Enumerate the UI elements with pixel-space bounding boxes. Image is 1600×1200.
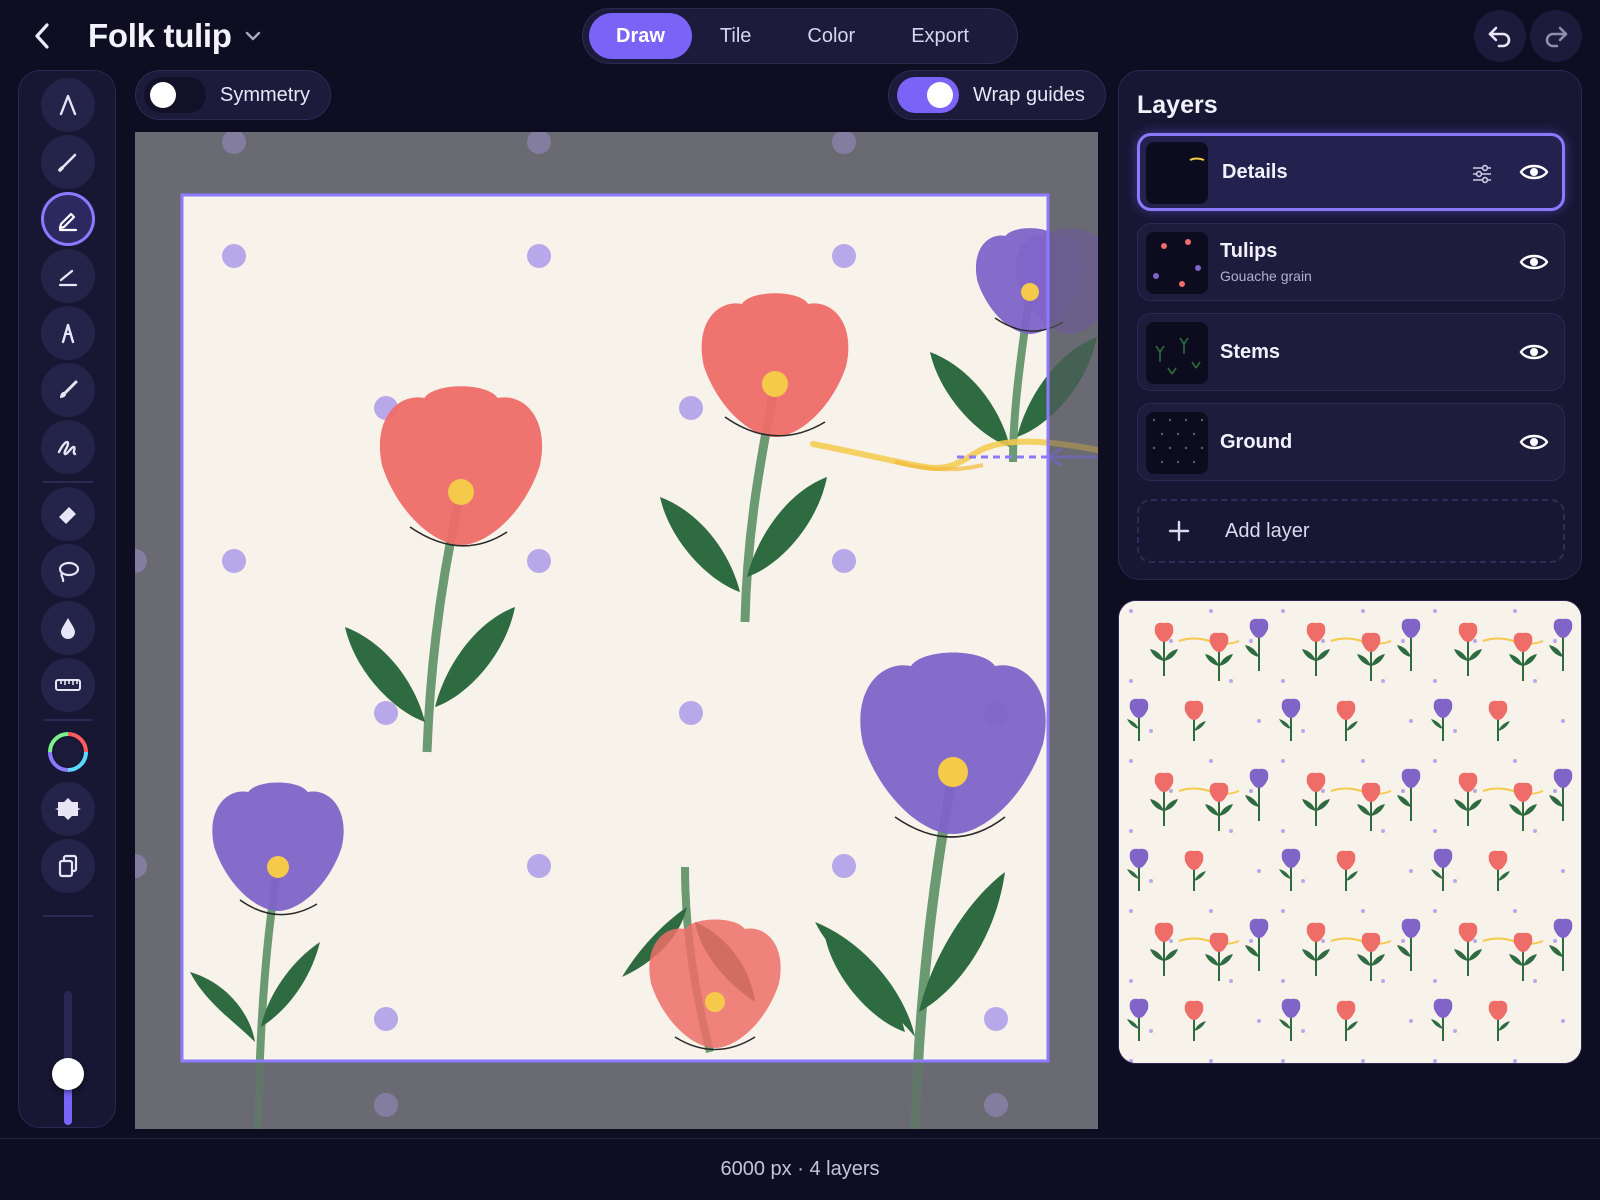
- layer-details[interactable]: Details: [1137, 133, 1565, 211]
- paint-brush-icon: [60, 380, 78, 398]
- layer-visibility-toggle[interactable]: [1516, 336, 1552, 368]
- layer-name: Ground: [1220, 431, 1293, 453]
- tulip-center: [705, 992, 725, 1012]
- symmetry-toggle[interactable]: Symmetry: [135, 70, 331, 120]
- tool-ink-pen[interactable]: [41, 306, 95, 360]
- tab-export[interactable]: Export: [883, 13, 997, 59]
- tab-draw[interactable]: Draw: [589, 13, 692, 59]
- layer-thumbnail: [1146, 322, 1208, 384]
- rail-divider: [43, 915, 93, 917]
- eraser-icon: [59, 507, 76, 524]
- tool-smudge-brush[interactable]: [41, 420, 95, 474]
- layer-visibility-toggle[interactable]: [1516, 246, 1552, 278]
- tool-rail: [18, 70, 116, 1128]
- ruler-icon: [55, 679, 81, 691]
- pattern-preview: [1118, 600, 1582, 1064]
- color-wheel-icon: [48, 732, 88, 772]
- layer-stems[interactable]: Stems: [1137, 313, 1565, 391]
- tulip-center: [267, 856, 289, 878]
- eye-icon: [1519, 254, 1549, 270]
- tulip-center: [938, 757, 968, 787]
- back-button[interactable]: [22, 16, 62, 56]
- canvas-info: 6000 px · 4 layers: [720, 1158, 880, 1180]
- layers-title: Layers: [1137, 91, 1218, 119]
- blend-drop-icon: [61, 618, 75, 639]
- eye-icon: [1519, 434, 1549, 450]
- layer-visibility-toggle[interactable]: [1516, 156, 1552, 188]
- layer-name: Stems: [1220, 341, 1281, 363]
- sliders-icon: [1473, 164, 1491, 184]
- layer-visibility-toggle[interactable]: [1516, 426, 1552, 458]
- undo-icon: [1488, 26, 1511, 48]
- tulip-center: [762, 371, 788, 397]
- rail-divider: [43, 481, 93, 483]
- layer-thumbnail: [1146, 412, 1208, 474]
- symmetry-label: Symmetry: [220, 83, 310, 106]
- tool-pencil[interactable]: [41, 192, 95, 246]
- layers-panel: Layers Details Tulips Gouache grain Stem…: [1118, 70, 1582, 580]
- wrap-guides-toggle[interactable]: Wrap guides: [888, 70, 1106, 120]
- symmetry-switch[interactable]: [144, 77, 206, 113]
- tool-fine-liner[interactable]: [41, 135, 95, 189]
- layer-thumbnail: [1146, 142, 1208, 204]
- layer-name: Tulips: [1220, 240, 1278, 262]
- mode-tabs: Draw Tile Color Export: [582, 8, 1018, 64]
- lasso-icon: [58, 561, 80, 583]
- tulip-center: [448, 479, 474, 505]
- fine-liner-icon: [58, 153, 77, 172]
- tool-eraser[interactable]: [41, 487, 95, 541]
- chevron-down-icon: [245, 31, 260, 41]
- tool-lasso[interactable]: [41, 544, 95, 598]
- rail-divider: [43, 719, 93, 721]
- wrap-guides-switch[interactable]: [897, 77, 959, 113]
- eye-icon: [1519, 164, 1549, 180]
- layer-name: Details: [1222, 161, 1288, 183]
- tool-monoline-pen[interactable]: [41, 78, 95, 132]
- eye-icon: [1519, 344, 1549, 360]
- shape-icon: [55, 798, 81, 820]
- tool-color-picker[interactable]: [41, 725, 95, 779]
- add-layer-button[interactable]: Add layer: [1137, 499, 1565, 563]
- layer-tulips[interactable]: Tulips Gouache grain: [1137, 223, 1565, 301]
- layer-settings-button[interactable]: [1466, 158, 1498, 190]
- smudge-brush-icon: [57, 440, 77, 456]
- undo-button[interactable]: [1474, 10, 1526, 62]
- document-title-menu[interactable]: Folk tulip: [88, 14, 262, 58]
- tool-copy-layers[interactable]: [41, 839, 95, 893]
- drawing-canvas[interactable]: [135, 132, 1098, 1129]
- brush-size-slider[interactable]: [52, 991, 84, 1125]
- tab-tile[interactable]: Tile: [692, 13, 779, 59]
- pencil-icon: [58, 212, 78, 232]
- layer-ground[interactable]: Ground: [1137, 403, 1565, 481]
- tab-color[interactable]: Color: [779, 13, 883, 59]
- tile-area: [182, 195, 1048, 1061]
- top-bar: Folk tulip Draw Tile Color Export: [0, 0, 1600, 70]
- tool-sketch-pencil[interactable]: [41, 249, 95, 303]
- status-bar: 6000 px · 4 layers: [0, 1138, 1600, 1200]
- copy-layers-icon: [58, 854, 78, 878]
- layer-thumbnail: [1146, 232, 1208, 294]
- tool-shapes[interactable]: [41, 782, 95, 836]
- plus-icon: [1168, 520, 1190, 542]
- sketch-pencil-icon: [58, 269, 78, 287]
- layer-subtitle: Gouache grain: [1220, 268, 1312, 284]
- tool-blend[interactable]: [41, 601, 95, 655]
- chevron-left-icon: [35, 23, 49, 49]
- tulip-center: [1021, 283, 1039, 301]
- document-title: Folk tulip: [88, 17, 232, 54]
- redo-icon: [1545, 26, 1568, 48]
- tool-ruler[interactable]: [41, 658, 95, 712]
- tool-paint-brush[interactable]: [41, 363, 95, 417]
- add-layer-label: Add layer: [1225, 519, 1310, 542]
- redo-button[interactable]: [1530, 10, 1582, 62]
- ink-pen-icon: [61, 323, 75, 344]
- monoline-pen-icon: [59, 94, 77, 116]
- wrap-guides-label: Wrap guides: [973, 83, 1085, 106]
- brush-size-knob[interactable]: [52, 1058, 84, 1091]
